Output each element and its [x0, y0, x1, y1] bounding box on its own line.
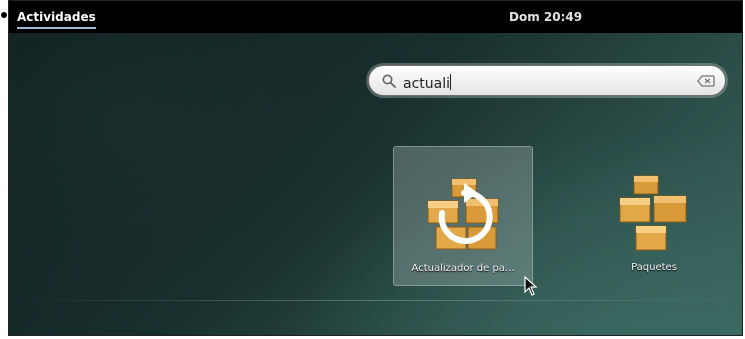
clear-icon[interactable] [697, 75, 715, 87]
top-bar: Actividades Dom 20:49 [9, 1, 742, 33]
search-input[interactable]: actuali [403, 72, 452, 92]
background-glow-line [9, 300, 742, 301]
activities-button[interactable]: Actividades [17, 10, 96, 29]
search-entry[interactable]: actuali [368, 65, 726, 96]
app-label: Paquetes [631, 262, 677, 273]
app-result-packages[interactable]: Paquetes [584, 146, 724, 286]
software-update-icon [427, 178, 499, 250]
text-caret [450, 74, 451, 90]
mouse-pointer-icon [524, 276, 538, 296]
app-label: Actualizador de pa... [411, 263, 515, 274]
search-query: actuali [403, 76, 450, 92]
packages-icon [619, 175, 687, 251]
clock[interactable]: Dom 20:49 [509, 10, 582, 24]
list-bullet [1, 12, 7, 18]
app-result-software-updater[interactable]: Actualizador de pa... [393, 146, 533, 286]
search-icon [382, 74, 396, 88]
gnome-shell-screen: Actividades Dom 20:49 actuali Actualizad… [8, 0, 743, 336]
